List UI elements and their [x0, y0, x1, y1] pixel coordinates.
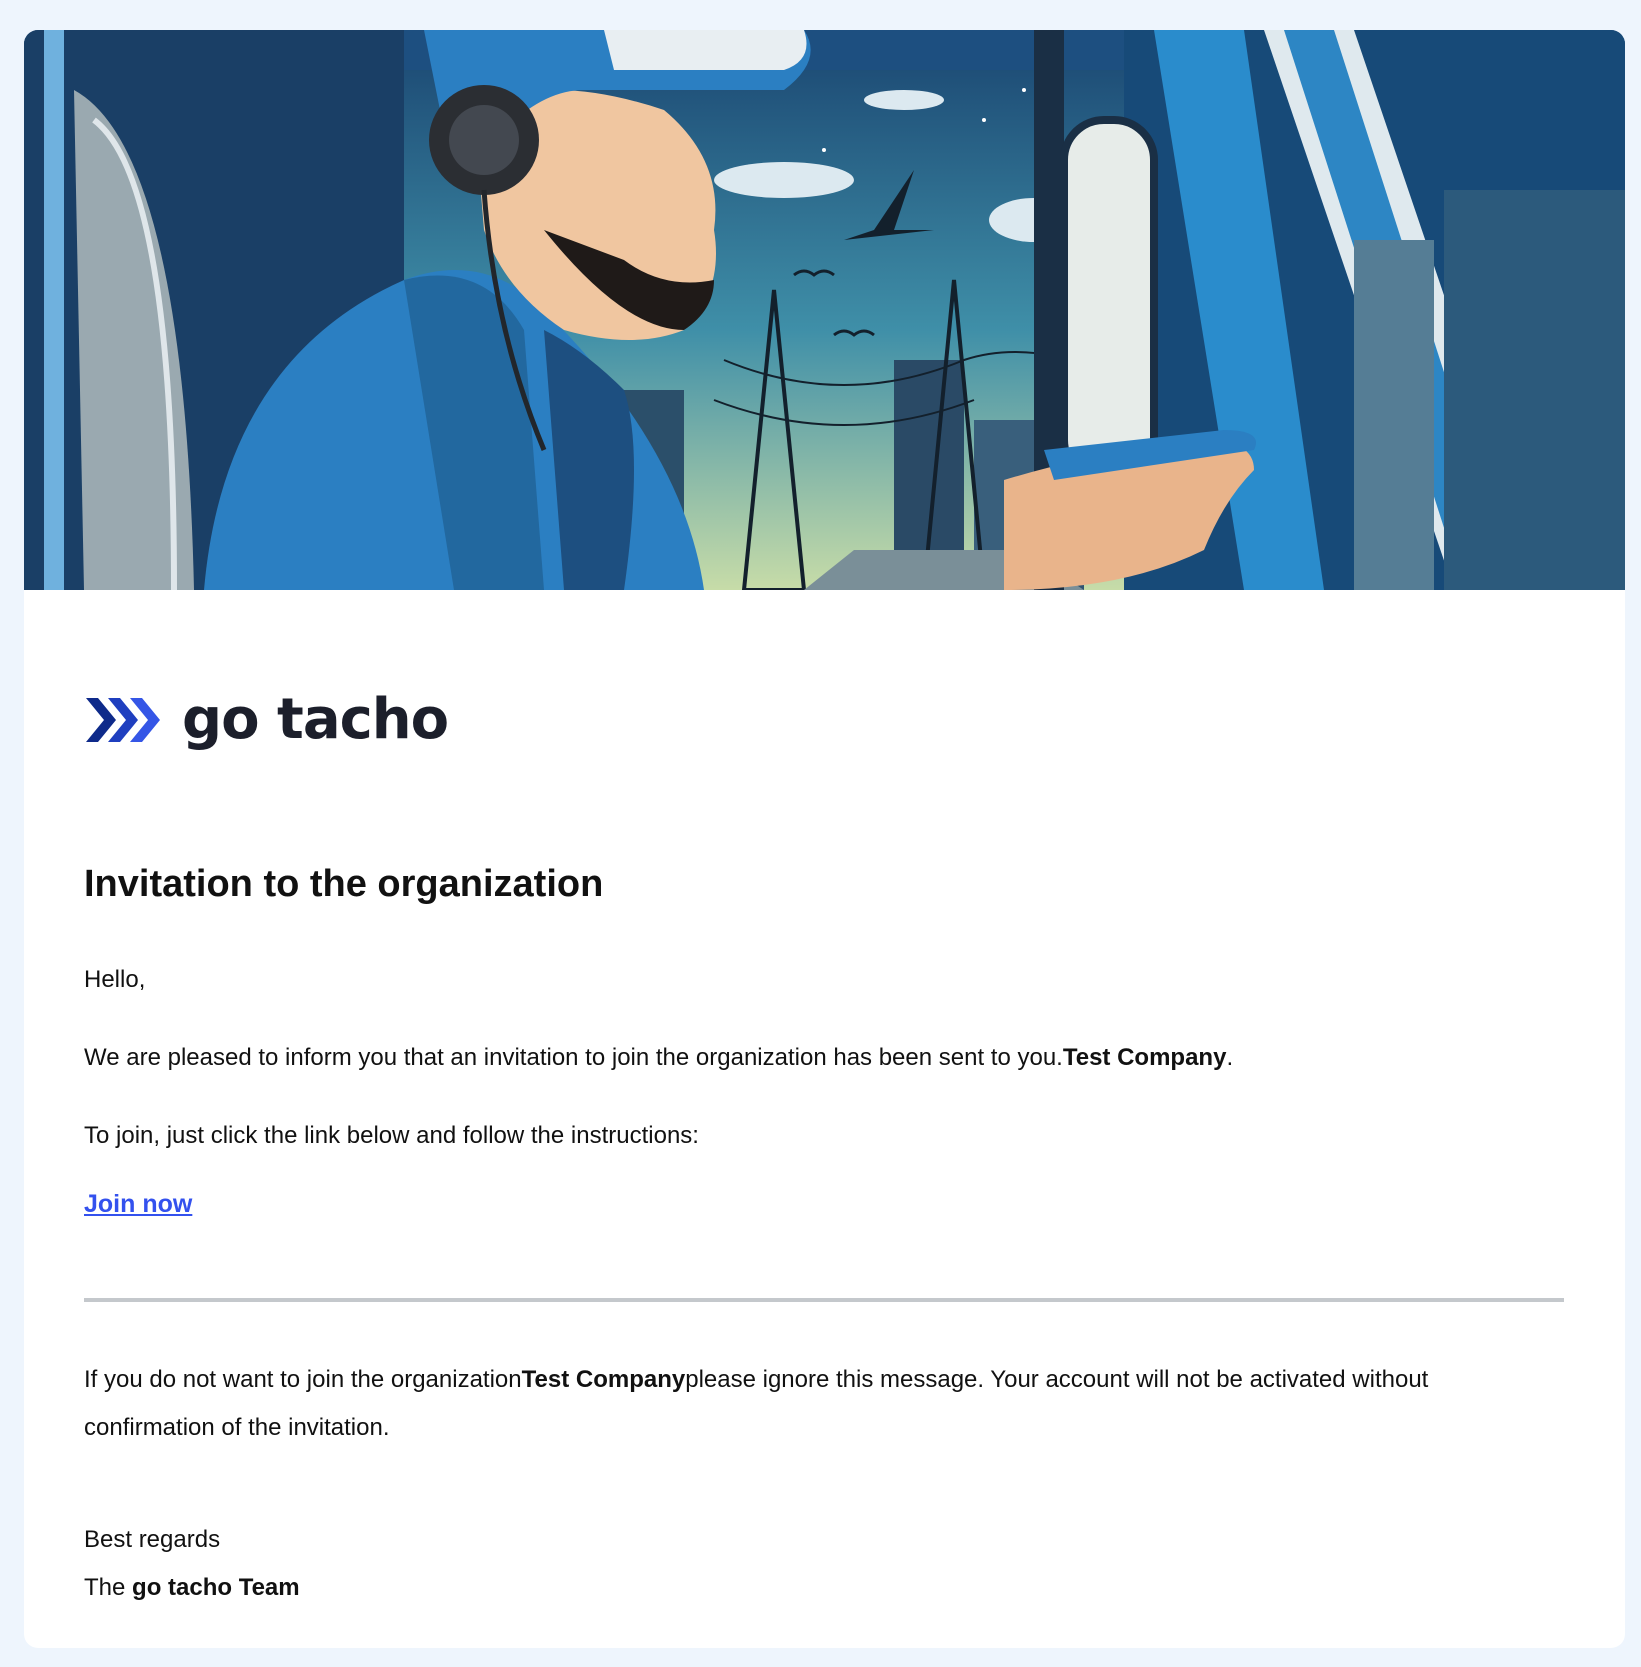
- greeting: Hello,: [84, 966, 146, 993]
- chevrons-logo-icon: [86, 698, 160, 742]
- email-body: Invitation to the organization Hello, We…: [84, 860, 1564, 1601]
- logo-wordmark: go tacho: [182, 687, 449, 752]
- info-text: We are pleased to inform you that an inv…: [84, 1044, 1063, 1071]
- info-suffix: .: [1226, 1044, 1234, 1071]
- email-card: go tacho Invitation to the organization …: [24, 30, 1625, 1648]
- hero-illustration: [24, 30, 1625, 590]
- ignore-prefix: If you do not want to join the organizat…: [84, 1366, 522, 1393]
- join-now-link[interactable]: Join now: [84, 1190, 192, 1219]
- company-name: Test Company: [1062, 1044, 1227, 1071]
- join-instructions: To join, just click the link below and f…: [84, 1122, 699, 1149]
- company-name-2: Test Company: [521, 1366, 686, 1393]
- divider: [84, 1298, 1564, 1302]
- team-name: go tacho Team: [132, 1574, 300, 1601]
- signature: The go tacho Team: [84, 1570, 300, 1606]
- team-prefix: The: [84, 1574, 133, 1601]
- email-title: Invitation to the organization: [84, 863, 604, 905]
- go-tacho-logo: go tacho: [84, 680, 449, 760]
- invitation-info: We are pleased to inform you that an inv…: [84, 1040, 1233, 1076]
- regards: Best regards: [84, 1526, 221, 1553]
- ignore-notice: If you do not want to join the organizat…: [84, 1356, 1564, 1452]
